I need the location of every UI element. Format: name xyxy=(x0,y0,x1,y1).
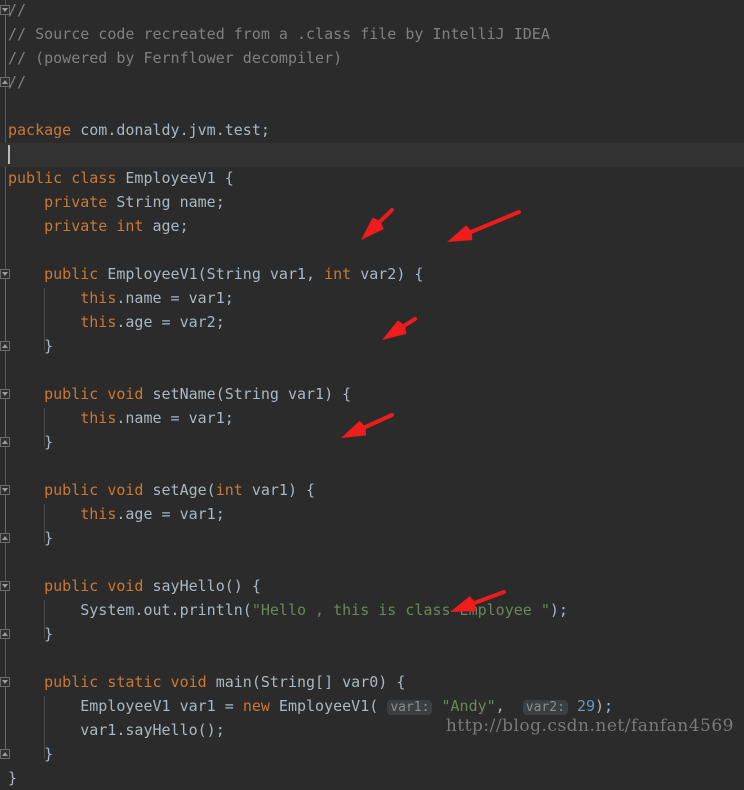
code-line[interactable]: } xyxy=(8,334,53,358)
code-line[interactable]: this.age = var1; xyxy=(8,502,225,526)
text-caret xyxy=(8,145,10,164)
code-token: new xyxy=(242,697,270,715)
code-line[interactable]: // Source code recreated from a .class f… xyxy=(8,22,550,46)
code-line[interactable]: public void sayHello() { xyxy=(8,574,261,598)
code-line[interactable]: } xyxy=(8,742,53,766)
code-token: } xyxy=(8,529,54,547)
code-editor[interactable]: // // Source code recreated from a .class… xyxy=(0,0,744,787)
code-token: sayHello() { xyxy=(143,577,261,595)
code-line[interactable]: public void setName(String var1) { xyxy=(8,382,351,406)
code-token: .age = var2; xyxy=(116,313,225,331)
code-token: } xyxy=(8,745,54,763)
code-token: this xyxy=(80,409,117,427)
code-line[interactable]: package com.donaldy.jvm.test; xyxy=(8,118,270,142)
code-token: age; xyxy=(143,217,189,235)
code-token: // Source code recreated from a .class f… xyxy=(8,25,550,43)
code-token: var1) { xyxy=(242,481,316,499)
code-token: com.donaldy.jvm.test; xyxy=(71,121,270,139)
code-token: private int xyxy=(44,217,144,235)
code-token: public xyxy=(44,265,99,283)
indent-guide xyxy=(44,288,46,350)
indent-guide xyxy=(44,696,46,758)
code-token: public void xyxy=(44,385,144,403)
code-token: .age = var1; xyxy=(116,505,225,523)
code-token: setAge( xyxy=(143,481,216,499)
code-line[interactable]: } xyxy=(8,526,53,550)
inline-parameter-hint[interactable]: var1: xyxy=(387,700,433,715)
code-token: EmployeeV1(String var1, xyxy=(98,265,325,283)
code-token: int xyxy=(324,265,352,283)
code-token: // xyxy=(8,73,27,91)
indent-guide xyxy=(44,600,46,638)
code-content[interactable]: // // Source code recreated from a .class… xyxy=(0,0,744,787)
code-token: this xyxy=(80,313,117,331)
code-line[interactable]: } xyxy=(8,622,53,646)
code-token: } xyxy=(8,625,54,643)
code-token: int xyxy=(215,481,243,499)
code-line[interactable]: } xyxy=(8,430,53,454)
code-token: var1.sayHello(); xyxy=(8,721,225,739)
code-line[interactable]: private String name; xyxy=(8,190,225,214)
code-token: EmployeeV1( xyxy=(269,697,388,715)
code-token: } xyxy=(8,769,18,787)
code-token: // (powered by Fernflower decompiler) xyxy=(8,49,343,67)
code-line[interactable]: // (powered by Fernflower decompiler) xyxy=(8,46,342,70)
code-line[interactable]: public void setAge(int var1) { xyxy=(8,478,315,502)
watermark-text: http://blog.csdn.net/fanfan4569 xyxy=(445,716,734,736)
code-token: // xyxy=(8,1,27,19)
code-token: this xyxy=(80,289,117,307)
code-token: setName(String var1) { xyxy=(143,385,352,403)
code-line[interactable]: var1.sayHello(); xyxy=(8,718,225,742)
code-token: EmployeeV1 { xyxy=(116,169,234,187)
code-token: } xyxy=(8,433,54,451)
indent-guide xyxy=(44,408,46,446)
code-token: .name = var1; xyxy=(116,409,234,427)
code-token: public void xyxy=(44,577,144,595)
code-line[interactable]: System.out.println("Hello , this is clas… xyxy=(8,598,568,622)
code-line[interactable]: this.age = var2; xyxy=(8,310,225,334)
code-line[interactable]: // xyxy=(8,0,26,22)
code-token: , xyxy=(495,697,523,715)
code-token: private xyxy=(44,193,108,211)
code-line[interactable]: public EmployeeV1(String var1, int var2)… xyxy=(8,262,423,286)
code-token: String name; xyxy=(107,193,225,211)
code-token: var2) { xyxy=(351,265,424,283)
code-token: 29 xyxy=(576,697,595,715)
code-token: "Andy" xyxy=(441,697,496,715)
code-token: ); xyxy=(595,697,614,715)
code-token: } xyxy=(8,337,54,355)
inline-parameter-hint[interactable]: var2: xyxy=(522,700,568,715)
code-token: ); xyxy=(549,601,568,619)
code-token: public static void xyxy=(44,673,207,691)
code-line[interactable]: private int age; xyxy=(8,214,189,238)
code-line[interactable]: public class EmployeeV1 { xyxy=(8,166,234,190)
indent-guide xyxy=(44,504,46,542)
code-line[interactable]: } xyxy=(8,766,17,790)
code-token: public void xyxy=(44,481,144,499)
code-token: main(String[] var0) { xyxy=(206,673,406,691)
current-line-highlight xyxy=(0,143,744,167)
code-line[interactable]: this.name = var1; xyxy=(8,406,234,430)
code-token: public class xyxy=(8,169,117,187)
code-token: package xyxy=(8,121,72,139)
code-token: this xyxy=(80,505,117,523)
code-line[interactable]: public static void main(String[] var0) { xyxy=(8,670,405,694)
code-line[interactable]: // xyxy=(8,70,26,94)
code-line[interactable]: this.name = var1; xyxy=(8,286,234,310)
code-line[interactable]: EmployeeV1 var1 = new EmployeeV1( var1: … xyxy=(8,694,613,718)
code-token: "Hello , this is class Employee " xyxy=(251,601,550,619)
code-token: .name = var1; xyxy=(116,289,234,307)
